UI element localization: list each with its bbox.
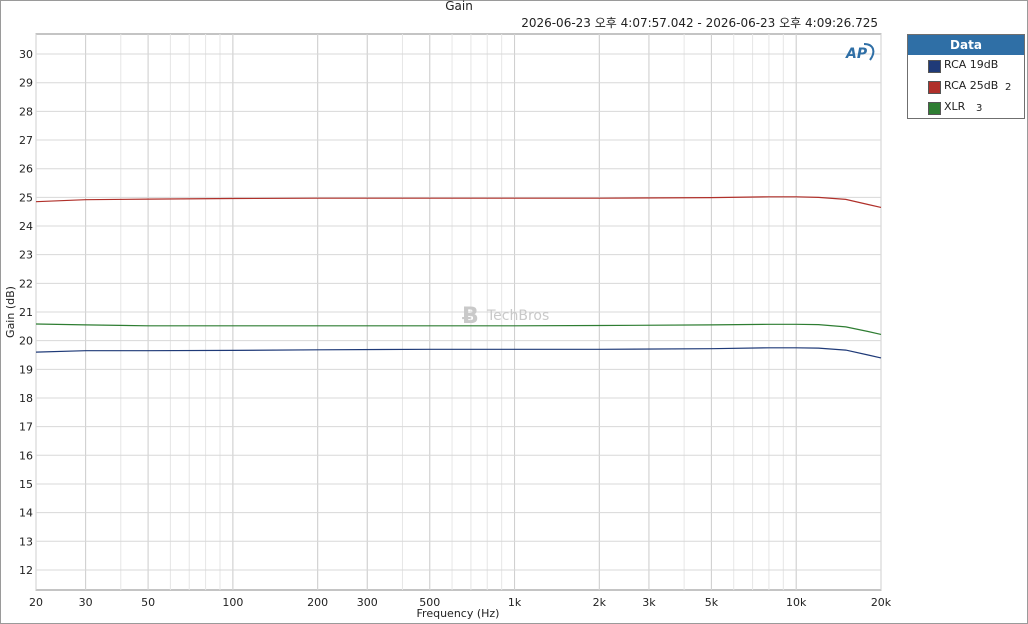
chart-subtitle: 2026-06-23 오후 4:07:57.042 - 2026-06-23 오… (521, 16, 878, 30)
x-tick-label: 1k (508, 596, 522, 609)
legend-item-rca-25db[interactable]: RCA 25dB 2 (908, 76, 1024, 97)
y-tick-label: 17 (19, 421, 33, 434)
y-tick-labels: 12 13 14 15 16 17 18 19 20 21 22 23 24 25 26 27 28 29 30 (19, 48, 33, 577)
legend[interactable]: Data RCA 19dB RCA 25dB 2 XLR 3 (907, 34, 1025, 119)
y-tick-label: 18 (19, 392, 33, 405)
x-tick-label: 3k (642, 596, 656, 609)
y-tick-label: 15 (19, 478, 33, 491)
y-tick-label: 30 (19, 48, 33, 61)
y-tick-label: 23 (19, 249, 33, 262)
x-tick-label: 200 (307, 596, 328, 609)
ap-logo-icon: AP (845, 43, 875, 62)
y-tick-label: 22 (19, 277, 33, 290)
x-tick-label: 20k (871, 596, 892, 609)
x-tick-label: 100 (222, 596, 243, 609)
y-tick-label: 14 (19, 507, 33, 520)
x-tick-label: 300 (357, 596, 378, 609)
x-tick-label: 5k (705, 596, 719, 609)
y-tick-label: 12 (19, 564, 33, 577)
gain-chart: Gain 2026-06-23 오후 4:07:57.042 - 2026-06… (4, 0, 892, 620)
y-tick-label: 29 (19, 77, 33, 90)
legend-suffix: 3 (976, 103, 983, 114)
y-tick-label: 26 (19, 163, 33, 176)
legend-title: Data (908, 35, 1024, 55)
x-tick-label: 30 (79, 596, 93, 609)
y-tick-label: 28 (19, 105, 33, 118)
x-axis-label: Frequency (Hz) (417, 607, 500, 620)
legend-swatch (928, 60, 941, 73)
y-tick-label: 20 (19, 335, 33, 348)
y-tick-label: 16 (19, 449, 33, 462)
legend-item-rca-19db[interactable]: RCA 19dB (908, 55, 1024, 76)
x-tick-label: 20 (29, 596, 43, 609)
legend-swatch (928, 81, 941, 94)
legend-suffix: 2 (1005, 82, 1012, 93)
x-tick-label: 10k (786, 596, 807, 609)
watermark-text: TechBros (486, 308, 549, 324)
legend-label: XLR (944, 100, 966, 113)
legend-item-xlr[interactable]: XLR 3 (908, 97, 1024, 118)
y-tick-label: 13 (19, 535, 33, 548)
y-axis-label: Gain (dB) (4, 286, 17, 338)
y-tick-label: 21 (19, 306, 33, 319)
legend-label: RCA 19dB (944, 58, 999, 71)
y-tick-label: 24 (19, 220, 33, 233)
y-tick-label: 25 (19, 191, 33, 204)
ap-logo-text: AP (845, 46, 868, 62)
y-tick-label: 27 (19, 134, 33, 147)
x-tick-label: 50 (141, 596, 155, 609)
chart-title: Gain (445, 0, 473, 13)
y-tick-label: 19 (19, 363, 33, 376)
legend-label: RCA 25dB (944, 79, 999, 92)
x-tick-label: 2k (593, 596, 607, 609)
legend-swatch (928, 102, 941, 115)
